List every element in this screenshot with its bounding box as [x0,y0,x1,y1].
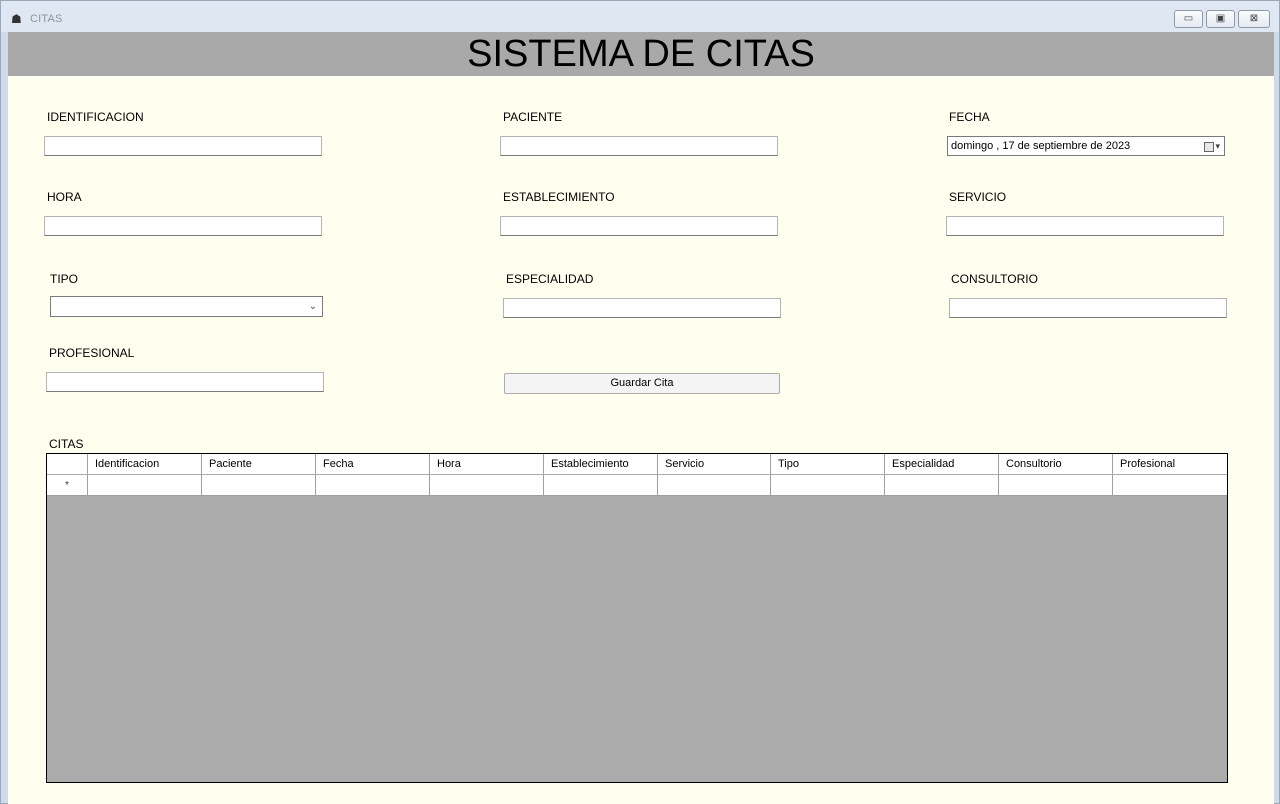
table-cell[interactable] [88,475,202,496]
column-header-fecha[interactable]: Fecha [316,454,430,474]
column-header-profesional[interactable]: Profesional [1113,454,1227,474]
close-icon: ⊠ [1249,13,1259,24]
fecha-date-picker[interactable]: domingo , 17 de septiembre de 2023 ▾ [947,136,1225,156]
servicio-label: SERVICIO [949,190,1007,204]
header-banner: SISTEMA DE CITAS [8,32,1274,76]
establecimiento-label: ESTABLECIMIENTO [503,190,615,204]
minimize-button[interactable]: ▭ [1174,10,1203,28]
grid-header-row: Identificacion Paciente Fecha Hora Estab… [47,454,1227,474]
table-cell[interactable] [544,475,658,496]
column-header-hora[interactable]: Hora [430,454,544,474]
app-window: ☗ CITAS ▭ ▣ ⊠ SISTEMA DE CITAS IDENTIFIC… [0,0,1280,804]
tipo-combobox[interactable]: ⌄ [50,296,323,317]
servicio-field[interactable] [946,216,1224,236]
column-header-identificacion[interactable]: Identificacion [88,454,202,474]
fecha-value: domingo , 17 de septiembre de 2023 [951,140,1131,152]
table-cell[interactable] [885,475,999,496]
establecimiento-field[interactable] [500,216,778,236]
column-header-paciente[interactable]: Paciente [202,454,316,474]
calendar-icon [1204,141,1215,152]
table-cell[interactable] [202,475,316,496]
especialidad-label: ESPECIALIDAD [506,272,594,286]
column-header-consultorio[interactable]: Consultorio [999,454,1113,474]
database-icon: ☗ [11,12,22,26]
minimize-icon: ▭ [1183,13,1194,24]
calendar-dropdown-button[interactable]: ▾ [1200,140,1220,153]
fecha-label: FECHA [949,110,990,124]
table-cell[interactable] [316,475,430,496]
paciente-field[interactable] [500,136,778,156]
paciente-label: PACIENTE [503,110,563,124]
column-header-establecimiento[interactable]: Establecimiento [544,454,658,474]
tipo-label: TIPO [50,272,79,286]
new-row-marker[interactable]: * [47,475,88,496]
title-bar[interactable]: ☗ CITAS ▭ ▣ ⊠ [1,1,1279,32]
form-client-area: SISTEMA DE CITAS IDENTIFICACION PACIENTE… [8,32,1274,804]
especialidad-field[interactable] [503,298,781,318]
close-button[interactable]: ⊠ [1238,10,1270,28]
table-cell[interactable] [1113,475,1227,496]
table-cell[interactable] [658,475,771,496]
maximize-button[interactable]: ▣ [1206,10,1235,28]
maximize-icon: ▣ [1215,13,1226,24]
profesional-field[interactable] [46,372,324,392]
profesional-label: PROFESIONAL [49,346,135,360]
citas-data-grid[interactable]: Identificacion Paciente Fecha Hora Estab… [46,453,1228,783]
identificacion-label: IDENTIFICACION [47,110,144,124]
identificacion-field[interactable] [44,136,322,156]
table-cell[interactable] [430,475,544,496]
hora-field[interactable] [44,216,322,236]
row-header-corner [47,454,88,474]
hora-label: HORA [47,190,82,204]
page-title: SISTEMA DE CITAS [467,33,815,75]
column-header-tipo[interactable]: Tipo [771,454,885,474]
guardar-cita-button[interactable]: Guardar Cita [504,373,780,394]
table-cell[interactable] [771,475,885,496]
consultorio-field[interactable] [949,298,1227,318]
consultorio-label: CONSULTORIO [951,272,1038,286]
window-title: CITAS [30,13,63,25]
citas-grid-label: CITAS [49,437,84,451]
chevron-down-icon[interactable]: ⌄ [307,299,319,314]
table-row[interactable]: * [47,475,1227,496]
column-header-especialidad[interactable]: Especialidad [885,454,999,474]
column-header-servicio[interactable]: Servicio [658,454,771,474]
table-cell[interactable] [999,475,1113,496]
